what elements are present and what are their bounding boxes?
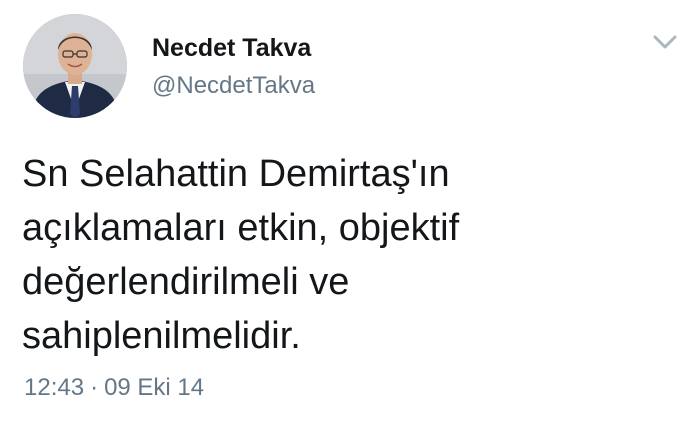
author-handle[interactable]: @NecdetTakva — [152, 72, 315, 100]
tweet-timestamp[interactable]: 12:43 · 09 Eki 14 — [24, 374, 204, 402]
tweet-card: Necdet Takva @NecdetTakva Sn Selahattin … — [0, 0, 700, 429]
avatar[interactable] — [23, 14, 127, 118]
tweet-date: 09 Eki 14 — [104, 374, 205, 401]
meta-separator: · — [90, 374, 99, 401]
tweet-time: 12:43 — [24, 374, 85, 401]
tweet-text: Sn Selahattin Demirtaş'ın açıklamaları e… — [22, 153, 460, 357]
profile-photo — [23, 14, 127, 118]
author-name[interactable]: Necdet Takva — [152, 34, 311, 63]
chevron-down-icon[interactable] — [650, 30, 680, 54]
